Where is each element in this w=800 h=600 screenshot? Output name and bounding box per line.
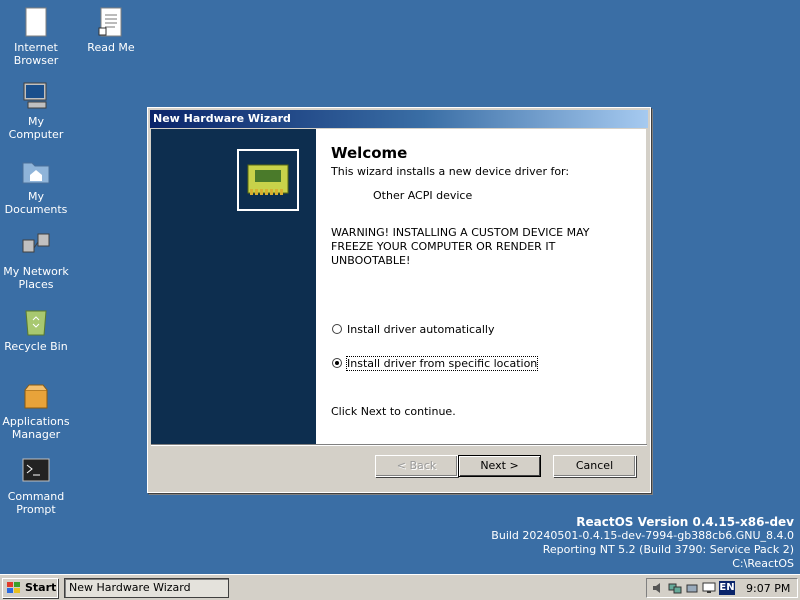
taskbar: Start New Hardware Wizard EN 9:07 PM bbox=[0, 574, 800, 600]
os-path: C:\ReactOS bbox=[732, 557, 794, 570]
recycle-bin-icon bbox=[25, 310, 47, 336]
wizard-subtext: This wizard installs a new device driver… bbox=[331, 165, 570, 178]
desktop-icon-label: Read Me bbox=[87, 41, 135, 54]
desktop-icon-recycle-bin[interactable]: Recycle Bin bbox=[0, 305, 72, 353]
window-titlebar[interactable]: New Hardware Wizard bbox=[150, 110, 648, 128]
desktop-icon-label: Command Prompt bbox=[7, 490, 65, 516]
desktop-icon-my-documents[interactable]: My Documents bbox=[0, 155, 72, 216]
desktop-icon-label: My Documents bbox=[4, 190, 68, 216]
new-hardware-wizard-window[interactable]: New Hardware Wizard Welcome This wizard … bbox=[147, 107, 651, 493]
option-label: Install driver from specific location bbox=[345, 355, 539, 371]
network-icon bbox=[22, 233, 50, 253]
document-icon bbox=[25, 7, 47, 37]
display-icon[interactable] bbox=[702, 581, 716, 595]
terminal-icon bbox=[22, 458, 50, 482]
warning-text: WARNING! INSTALLING A CUSTOM DEVICE MAY … bbox=[331, 226, 590, 267]
safely-remove-hardware-icon[interactable] bbox=[685, 581, 699, 595]
volume-icon[interactable] bbox=[651, 581, 665, 595]
back-button[interactable]: < Back bbox=[375, 455, 458, 477]
wizard-content: Welcome This wizard installs a new devic… bbox=[316, 129, 646, 444]
desktop-icon-internet-browser[interactable]: Internet Browser bbox=[0, 6, 72, 67]
language-indicator[interactable]: EN bbox=[719, 581, 735, 595]
option-install-automatically[interactable]: Install driver automatically bbox=[332, 322, 494, 336]
folder-home-icon bbox=[22, 162, 50, 184]
desktop-icon-label: My Network Places bbox=[3, 265, 69, 291]
circuit-board-icon bbox=[247, 164, 289, 195]
text-file-icon bbox=[98, 7, 122, 37]
radio-button-selected[interactable] bbox=[332, 358, 342, 368]
desktop-icon-label: Applications Manager bbox=[2, 415, 70, 441]
device-name: Other ACPI device bbox=[373, 189, 473, 202]
wizard-heading: Welcome bbox=[331, 144, 408, 162]
start-label: Start bbox=[25, 581, 57, 594]
system-tray: EN 9:07 PM bbox=[646, 578, 798, 598]
button-separator bbox=[151, 444, 647, 446]
desktop-icon-label: Internet Browser bbox=[13, 41, 59, 67]
taskbar-item-label: New Hardware Wizard bbox=[69, 581, 191, 594]
option-label: Install driver automatically bbox=[347, 322, 495, 336]
hardware-icon-frame bbox=[237, 149, 299, 211]
network-tray-icon[interactable] bbox=[668, 581, 682, 595]
package-icon bbox=[24, 384, 48, 409]
computer-icon bbox=[23, 82, 47, 109]
os-version: ReactOS Version 0.4.15-x86-dev bbox=[576, 515, 794, 529]
desktop-icon-read-me[interactable]: Read Me bbox=[75, 6, 147, 54]
start-logo-icon bbox=[7, 582, 20, 593]
option-install-specific-location[interactable]: Install driver from specific location bbox=[332, 355, 539, 371]
radio-button[interactable] bbox=[332, 324, 342, 334]
wizard-side-panel bbox=[151, 129, 316, 444]
taskbar-item-new-hardware-wizard[interactable]: New Hardware Wizard bbox=[64, 578, 229, 598]
footer-instruction: Click Next to continue. bbox=[331, 405, 456, 418]
desktop-icon-label: Recycle Bin bbox=[4, 340, 68, 353]
desktop-icon-command-prompt[interactable]: Command Prompt bbox=[0, 455, 72, 516]
start-button[interactable]: Start bbox=[2, 578, 58, 598]
clock[interactable]: 9:07 PM bbox=[746, 582, 790, 595]
os-build: Build 20240501-0.4.15-dev-7994-gb388cb6.… bbox=[491, 529, 794, 542]
desktop-icon-label: My Computer bbox=[8, 115, 64, 141]
os-version-info: ReactOS Version 0.4.15-x86-dev Build 202… bbox=[491, 515, 794, 571]
desktop-icon-my-network-places[interactable]: My Network Places bbox=[0, 230, 72, 291]
next-button[interactable]: Next > bbox=[458, 455, 541, 477]
desktop-icon-applications-manager[interactable]: Applications Manager bbox=[0, 380, 72, 441]
cancel-button[interactable]: Cancel bbox=[553, 455, 636, 477]
os-reporting: Reporting NT 5.2 (Build 3790: Service Pa… bbox=[542, 543, 794, 556]
desktop-icon-my-computer[interactable]: My Computer bbox=[0, 80, 72, 141]
